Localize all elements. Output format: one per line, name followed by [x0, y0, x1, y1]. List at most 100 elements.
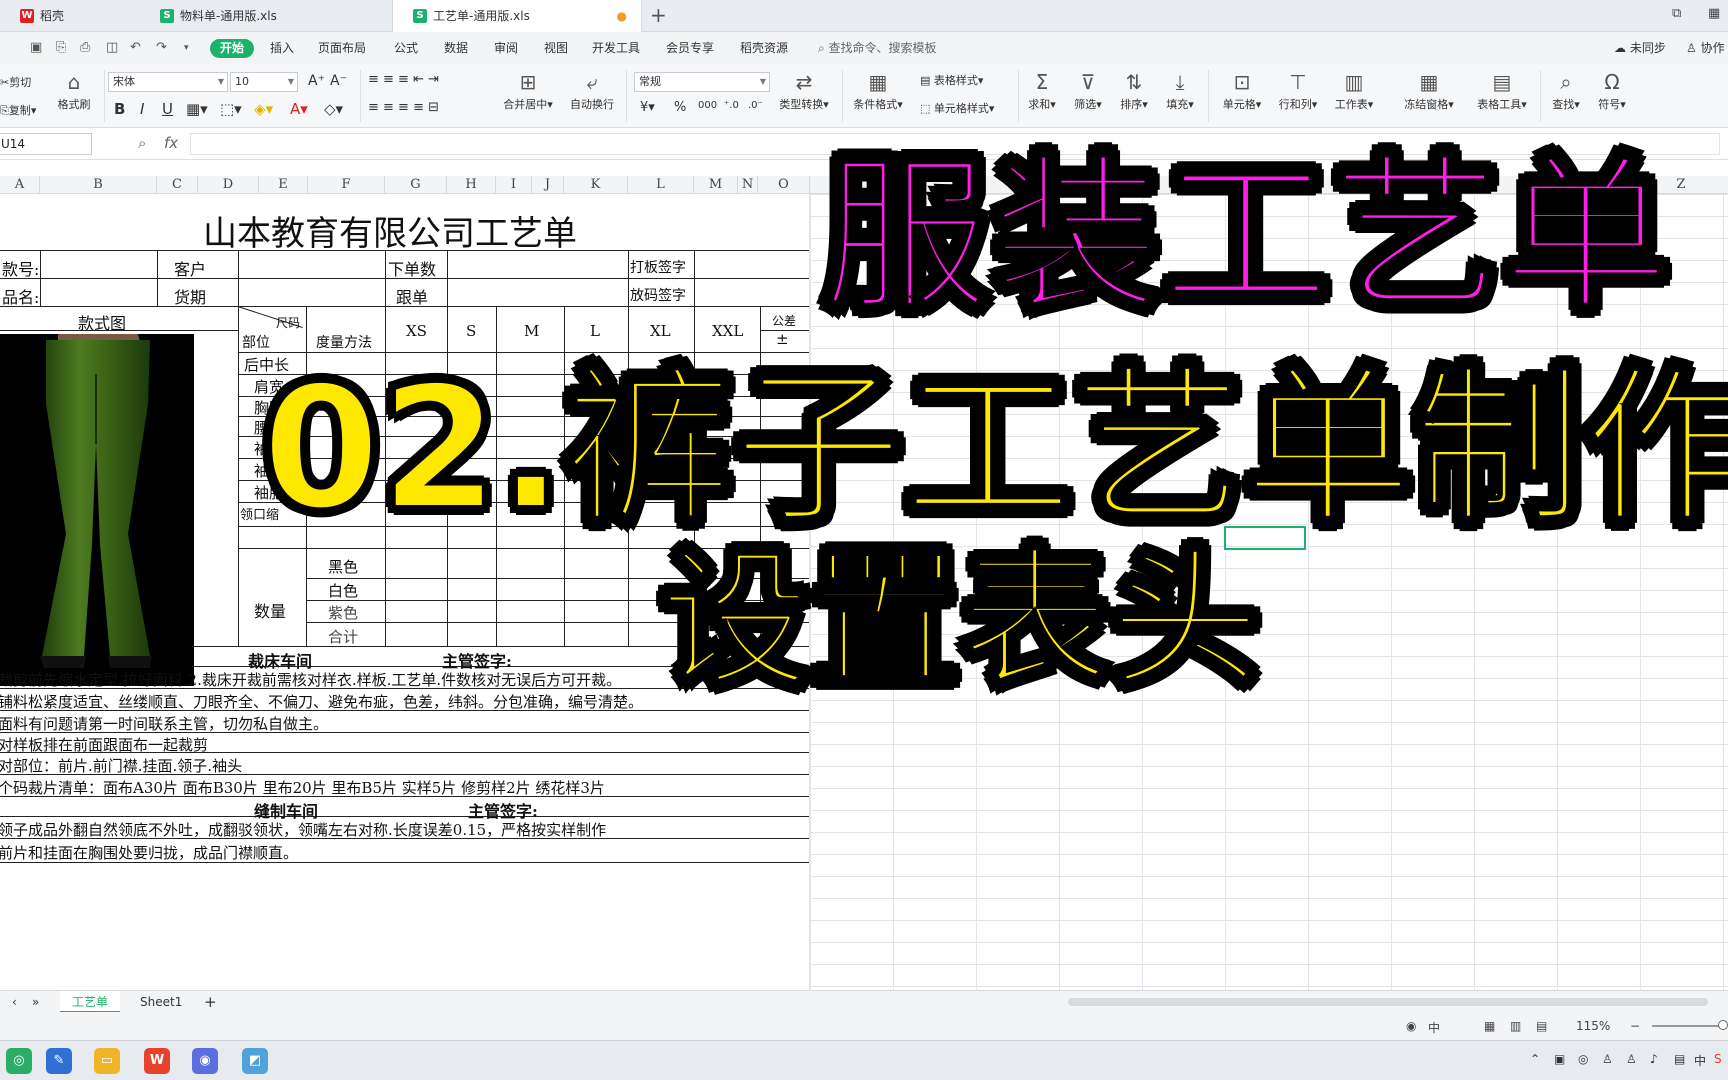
- menu-insert[interactable]: 插入: [270, 32, 294, 64]
- cond-format-button[interactable]: ▦ 条件格式▾: [850, 68, 906, 112]
- preview-icon[interactable]: ◫: [106, 40, 118, 55]
- col-header[interactable]: A: [0, 176, 40, 194]
- wps-icon[interactable]: W: [144, 1048, 170, 1074]
- bold-button[interactable]: B: [114, 100, 125, 118]
- freeze-button[interactable]: ▦ 冻结窗格▾: [1394, 68, 1464, 112]
- font-name-select[interactable]: 宋体 ▼: [108, 72, 228, 92]
- command-search[interactable]: ⌕ 查找命令、搜索模板: [818, 32, 937, 64]
- decrease-decimal-icon[interactable]: .0⁻: [748, 100, 763, 111]
- wechat-icon[interactable]: ◎: [6, 1048, 32, 1074]
- align-left-icon[interactable]: ≡ ≡ ≡ ≡ ⊟: [368, 100, 439, 115]
- align-top-icon[interactable]: ≡ ≡ ≡ ⇤ ⇥: [368, 72, 439, 87]
- menu-daoke-resources[interactable]: 稻壳资源: [740, 32, 788, 64]
- browser-icon[interactable]: ◉: [192, 1048, 218, 1074]
- tray-qq2-icon[interactable]: ♙: [1626, 1052, 1637, 1066]
- page-break-view-icon[interactable]: ▤: [1536, 1019, 1547, 1033]
- cell-button[interactable]: ⊡ 单元格▾: [1214, 68, 1270, 112]
- menu-home[interactable]: 开始: [210, 39, 255, 58]
- thousands-button[interactable]: 000: [698, 100, 717, 111]
- type-convert-button[interactable]: ⇄ 类型转换▾: [774, 68, 834, 112]
- percent-button[interactable]: %: [674, 100, 686, 115]
- horizontal-scrollbar[interactable]: [1068, 998, 1708, 1006]
- tray-chevron-icon[interactable]: ⌃: [1530, 1052, 1540, 1066]
- network-icon[interactable]: ▤: [1674, 1052, 1685, 1066]
- underline-button[interactable]: U: [162, 100, 173, 118]
- print-icon[interactable]: ⎙: [80, 40, 90, 55]
- undo-icon[interactable]: ↶: [130, 40, 141, 55]
- page-layout-view-icon[interactable]: ▥: [1510, 1019, 1521, 1033]
- merge-center-button[interactable]: ⊞ 合并居中▾: [500, 68, 556, 112]
- window-layout-icon[interactable]: ⧉: [1672, 6, 1681, 21]
- col-header[interactable]: O: [758, 176, 810, 194]
- col-header[interactable]: H: [447, 176, 496, 194]
- currency-icon[interactable]: ¥▾: [640, 100, 655, 115]
- copy-button[interactable]: ⎘复制▾: [0, 102, 36, 118]
- name-box[interactable]: U14: [0, 133, 92, 155]
- unsaved-dot-icon[interactable]: ●: [617, 0, 627, 32]
- symbol-button[interactable]: Ω 符号▾: [1590, 68, 1634, 112]
- font-size-select[interactable]: 10 ▼: [230, 72, 298, 92]
- italic-button[interactable]: I: [140, 100, 144, 118]
- zoom-slider[interactable]: [1652, 1025, 1722, 1027]
- worksheet-button[interactable]: ▥ 工作表▾: [1326, 68, 1382, 112]
- col-header[interactable]: D: [198, 176, 259, 194]
- tab-daoke[interactable]: W 稻壳: [0, 0, 140, 32]
- collab-button[interactable]: ♙ 协作: [1686, 32, 1725, 64]
- col-header[interactable]: E: [259, 176, 308, 194]
- menu-view[interactable]: 视图: [544, 32, 568, 64]
- filter-button[interactable]: ⊽ 筛选▾: [1066, 68, 1110, 112]
- increase-decimal-icon[interactable]: ⁺.0: [724, 100, 739, 111]
- file-explorer-icon[interactable]: ▭: [94, 1048, 120, 1074]
- cell-style-button[interactable]: ⬚ 单元格样式▾: [920, 100, 994, 116]
- zoom-formula-icon[interactable]: ⌕: [138, 134, 146, 152]
- cut-button[interactable]: ✂剪切: [0, 74, 31, 90]
- fx-icon[interactable]: fx: [164, 134, 178, 152]
- font-color-icon[interactable]: A▾: [290, 100, 308, 118]
- sort-button[interactable]: ⇅ 排序▾: [1112, 68, 1156, 112]
- col-header[interactable]: C: [157, 176, 198, 194]
- tab-material-sheet[interactable]: S 物料单-通用版.xls: [140, 0, 392, 32]
- export-icon[interactable]: ⎘: [56, 40, 66, 55]
- auto-wrap-button[interactable]: ⤶ 自动换行: [564, 68, 620, 112]
- col-header[interactable]: J: [532, 176, 564, 194]
- fill-button[interactable]: ⤓ 填充▾: [1158, 68, 1202, 112]
- add-sheet-button[interactable]: +: [192, 991, 229, 1013]
- menu-review[interactable]: 审阅: [494, 32, 518, 64]
- tray-qq-icon[interactable]: ♙: [1602, 1052, 1613, 1066]
- decrease-font-icon[interactable]: A⁻: [330, 73, 347, 89]
- number-format-select[interactable]: 常规 ▼: [634, 72, 770, 92]
- window-tile-icon[interactable]: ▦: [1708, 6, 1720, 21]
- format-painter-button[interactable]: ⌂ 格式刷: [46, 68, 102, 112]
- col-header[interactable]: K: [564, 176, 628, 194]
- tray-app-icon[interactable]: ▣: [1554, 1052, 1565, 1066]
- last-sheet-icon[interactable]: »: [20, 991, 51, 1013]
- table-tools-button[interactable]: ▤ 表格工具▾: [1470, 68, 1534, 112]
- col-header[interactable]: L: [628, 176, 694, 194]
- input-mode[interactable]: 中: [1428, 1019, 1440, 1036]
- col-header[interactable]: G: [385, 176, 447, 194]
- redo-icon[interactable]: ↷: [156, 40, 167, 55]
- volume-icon[interactable]: ♪: [1650, 1052, 1658, 1066]
- eye-protect-icon[interactable]: ◉: [1406, 1019, 1416, 1033]
- strikethrough-icon[interactable]: ⬚▾: [220, 100, 242, 118]
- app-icon[interactable]: ◩: [242, 1048, 268, 1074]
- menu-page-layout[interactable]: 页面布局: [318, 32, 366, 64]
- col-header[interactable]: I: [496, 176, 532, 194]
- zoom-out-icon[interactable]: −: [1630, 1019, 1640, 1033]
- col-header[interactable]: F: [308, 176, 385, 194]
- sum-button[interactable]: Σ 求和▾: [1020, 68, 1064, 112]
- menu-formula[interactable]: 公式: [394, 32, 418, 64]
- increase-font-icon[interactable]: A⁺: [308, 73, 325, 89]
- find-button[interactable]: ⌕ 查找▾: [1544, 68, 1588, 112]
- menu-member[interactable]: 会员专享: [666, 32, 714, 64]
- tray-wechat-icon[interactable]: ◎: [1578, 1052, 1588, 1066]
- chevron-down-icon[interactable]: ▾: [184, 43, 189, 53]
- clear-format-icon[interactable]: ◇▾: [324, 100, 343, 118]
- wps-tray-icon[interactable]: S: [1714, 1052, 1722, 1066]
- col-header[interactable]: N: [738, 176, 758, 194]
- zoom-level[interactable]: 115%: [1576, 1019, 1610, 1033]
- tab-process-sheet[interactable]: S 工艺单-通用版.xls ●: [392, 0, 642, 32]
- col-header[interactable]: M: [694, 176, 738, 194]
- ime-indicator[interactable]: 中: [1694, 1052, 1706, 1069]
- menu-data[interactable]: 数据: [444, 32, 468, 64]
